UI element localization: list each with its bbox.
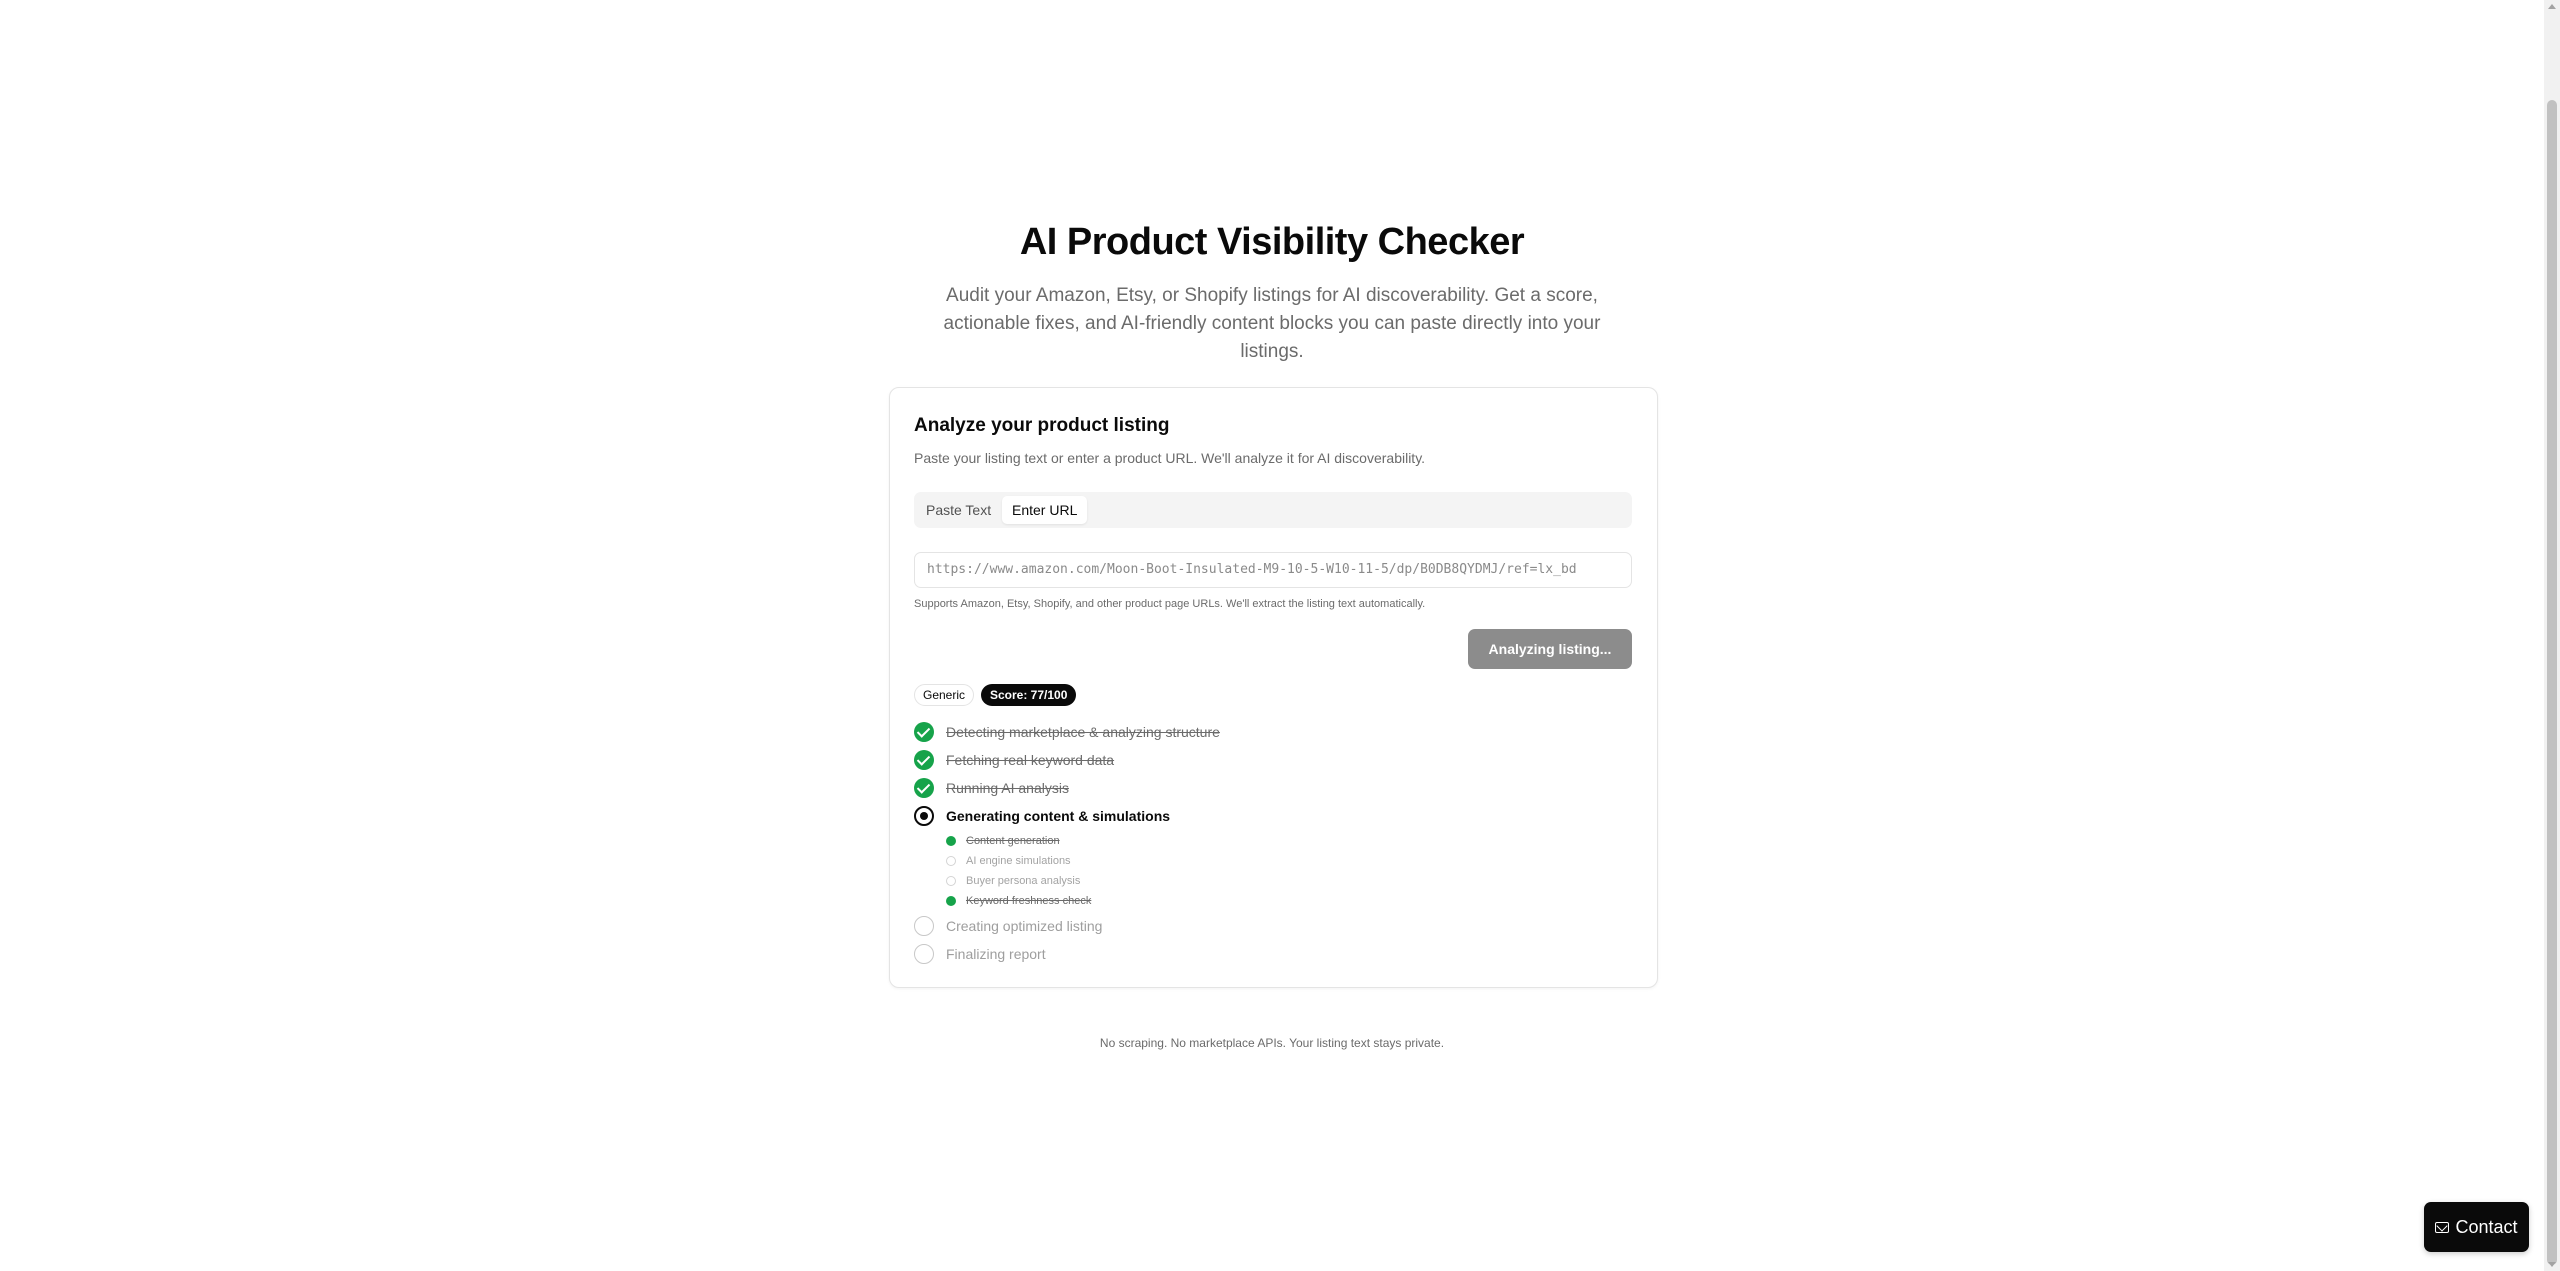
url-input[interactable]: https://www.amazon.com/Moon-Boot-Insulat…: [914, 552, 1632, 588]
tab-enter-url[interactable]: Enter URL: [1002, 496, 1088, 524]
dot-empty-icon: [946, 876, 956, 886]
check-circle-icon: [914, 722, 934, 742]
progress-substep: AI engine simulations: [946, 853, 1071, 869]
contact-button[interactable]: Contact: [2424, 1202, 2529, 1252]
mail-icon: [2435, 1221, 2450, 1233]
progress-step: Detecting marketplace & analyzing struct…: [914, 721, 1220, 743]
dot-filled-icon: [946, 896, 956, 906]
progress-substep: Content generation: [946, 833, 1060, 849]
scroll-up-icon[interactable]: [2548, 4, 2556, 9]
input-mode-tabs: Paste Text Enter URL: [914, 492, 1632, 528]
card-title: Analyze your product listing: [914, 415, 1170, 436]
analyze-card: Analyze your product listing Paste your …: [889, 387, 1658, 988]
check-circle-icon: [914, 750, 934, 770]
circle-empty-icon: [914, 916, 934, 936]
check-circle-icon: [914, 778, 934, 798]
page-title: AI Product Visibility Checker: [1019, 221, 1525, 263]
step-label: Fetching real keyword data: [946, 752, 1115, 768]
analyze-button[interactable]: Analyzing listing...: [1468, 629, 1632, 669]
hero: AI Product Visibility Checker Audit your…: [0, 212, 2544, 366]
step-label: Creating optimized listing: [946, 918, 1103, 934]
scroll-down-icon[interactable]: [2548, 1262, 2556, 1267]
scrollbar-thumb[interactable]: [2547, 100, 2557, 1265]
marketplace-badge: Generic: [914, 684, 975, 706]
radio-active-icon: [914, 806, 934, 826]
url-helper-text: Supports Amazon, Etsy, Shopify, and othe…: [914, 598, 1426, 610]
circle-empty-icon: [914, 944, 934, 964]
progress-step: Running AI analysis: [914, 777, 1069, 799]
page-subtitle: Audit your Amazon, Etsy, or Shopify list…: [943, 285, 1601, 362]
page: AI Product Visibility Checker Audit your…: [0, 0, 2560, 1271]
progress-step: Creating optimized listing: [914, 915, 1102, 937]
progress-step-active: Generating content & simulations: [914, 805, 1170, 827]
progress-step: Finalizing report: [914, 943, 1046, 965]
dot-filled-icon: [946, 836, 956, 846]
progress-substep: Keyword freshness check: [946, 893, 1091, 909]
step-label: Generating content & simulations: [946, 808, 1171, 824]
step-label: Finalizing report: [946, 946, 1046, 962]
dot-empty-icon: [946, 856, 956, 866]
step-label: Detecting marketplace & analyzing struct…: [946, 724, 1220, 740]
score-badge: Score: 77/100: [981, 684, 1077, 706]
substep-label: Buyer persona analysis: [966, 875, 1081, 887]
card-description: Paste your listing text or enter a produ…: [914, 450, 1426, 466]
substep-label: AI engine simulations: [966, 855, 1071, 867]
substep-label: Keyword freshness check: [966, 895, 1092, 907]
progress-substep: Buyer persona analysis: [946, 873, 1080, 889]
scrollbar[interactable]: [2544, 0, 2560, 1271]
step-label: Running AI analysis: [946, 780, 1069, 796]
tab-paste-text[interactable]: Paste Text: [916, 496, 1001, 524]
substep-label: Content generation: [966, 835, 1060, 847]
contact-label: Contact: [2455, 1216, 2518, 1237]
privacy-note: No scraping. No marketplace APIs. Your l…: [1099, 1036, 1445, 1050]
progress-step: Fetching real keyword data: [914, 749, 1114, 771]
